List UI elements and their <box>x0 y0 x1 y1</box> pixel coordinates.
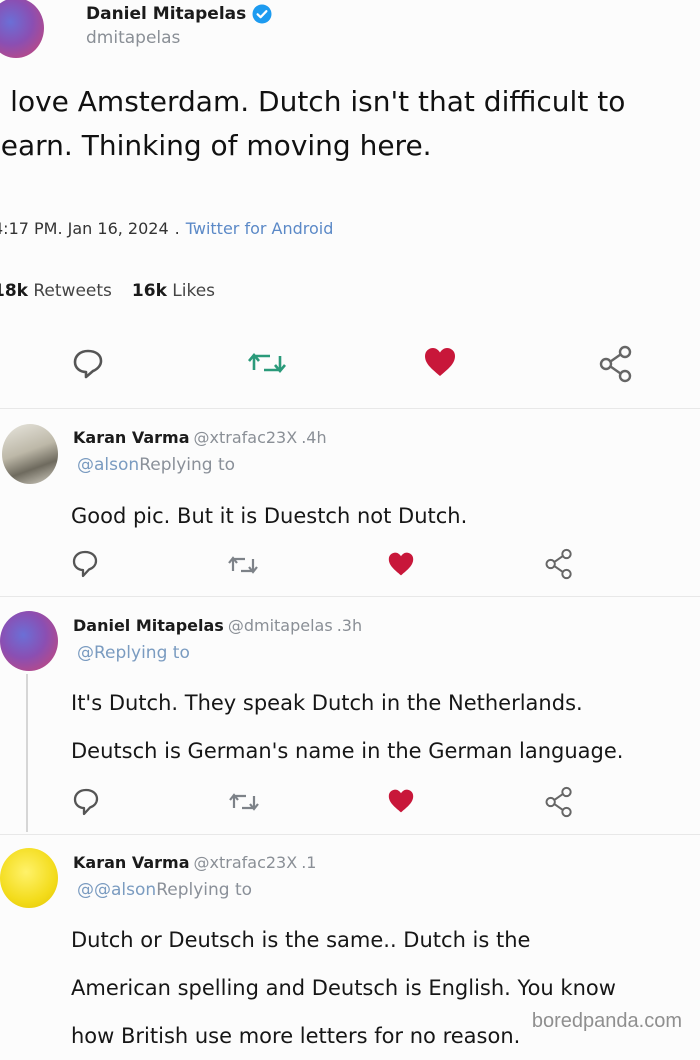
reply-3-author-name[interactable]: Karan Varma <box>73 853 190 872</box>
reply-1-time: .4h <box>301 428 327 447</box>
reply-2-text-line-1: It's Dutch. They speak Dutch in the Neth… <box>71 691 583 715</box>
reply-2-share-icon[interactable] <box>544 786 574 818</box>
watermark: boredpanda.com <box>527 1010 686 1033</box>
reply-1-like-heart-icon[interactable] <box>387 551 415 577</box>
author-avatar[interactable] <box>0 0 44 58</box>
verified-badge-icon <box>252 4 272 24</box>
reply-1-replying-label: Replying to <box>139 455 236 475</box>
reply-1-handle[interactable]: @xtrafac23X <box>194 428 298 447</box>
tweet-author-row: Daniel Mitapelas <box>86 1 272 27</box>
divider <box>0 834 700 835</box>
reply-3-handle[interactable]: @xtrafac23X <box>194 853 298 872</box>
tweet-author-name[interactable]: Daniel Mitapelas <box>86 4 246 24</box>
retweet-icon[interactable] <box>248 348 286 378</box>
reply-2-like-heart-icon[interactable] <box>387 788 415 814</box>
tweet-source-link[interactable]: Twitter for Android <box>186 219 334 238</box>
tweet-text-line-2: learn. Thinking of moving here. <box>0 129 432 162</box>
reply-3-replying-label: Replying to <box>156 880 253 900</box>
reply-3-avatar[interactable] <box>0 848 58 908</box>
tweet-stats-row: 18k Retweets 16k Likes <box>0 281 215 301</box>
divider <box>0 596 700 597</box>
retweets-count: 18k <box>0 281 28 301</box>
reply-3-time: .1 <box>301 853 317 872</box>
reply-2-replying-handle[interactable]: @ <box>77 643 94 663</box>
reply-2-time: .3h <box>336 616 363 635</box>
reply-1-retweet-icon[interactable] <box>228 553 258 577</box>
reply-2-retweet-icon[interactable] <box>229 790 259 814</box>
likes-label: Likes <box>172 281 216 301</box>
reply-2-reply-icon[interactable] <box>72 787 100 817</box>
reply-2-header: Daniel Mitapelas @dmitapelas .3h <box>73 616 362 635</box>
reply-2-replying-to: @Replying to <box>77 643 190 663</box>
reply-3-replying-to: @@alsonReplying to <box>77 880 252 900</box>
retweets-stat[interactable]: 18k Retweets <box>0 281 112 301</box>
divider <box>0 408 700 409</box>
tweet-timestamp[interactable]: 4:17 PM. Jan 16, 2024 <box>0 219 169 238</box>
reply-3-header: Karan Varma @xtrafac23X .1 <box>73 853 316 872</box>
likes-stat[interactable]: 16k Likes <box>132 281 215 301</box>
reply-3-text-line-1: Dutch or Deutsch is the same.. Dutch is … <box>71 928 531 952</box>
reply-1-share-icon[interactable] <box>544 548 574 580</box>
thread-line <box>26 674 28 832</box>
reply-3-text-line-2: American spelling and Deutsch is English… <box>71 976 616 1000</box>
reply-1-text-line-1: Good pic. But it is Duestch not Dutch. <box>71 504 468 528</box>
reply-2-author-name[interactable]: Daniel Mitapelas <box>73 616 224 635</box>
reply-3-replying-handle[interactable]: @@alson <box>77 880 156 900</box>
tweet-text-line-1: I love Amsterdam. Dutch isn't that diffi… <box>0 85 626 118</box>
retweets-label: Retweets <box>33 281 112 301</box>
share-icon[interactable] <box>598 345 634 383</box>
reply-2-handle[interactable]: @dmitapelas <box>228 616 333 635</box>
reply-1-avatar[interactable] <box>2 424 58 484</box>
reply-1-author-name[interactable]: Karan Varma <box>73 428 190 447</box>
reply-2-text-line-2: Deutsch is German's name in the German l… <box>71 739 624 763</box>
reply-1-replying-to: @alsonReplying to <box>77 455 235 475</box>
tweet-author-handle[interactable]: dmitapelas <box>86 28 180 48</box>
reply-2-avatar[interactable] <box>0 611 58 671</box>
reply-1-header: Karan Varma @xtrafac23X .4h <box>73 428 327 447</box>
reply-2-replying-label: Replying to <box>94 643 190 663</box>
reply-3-text-line-3: how British use more letters for no reas… <box>71 1024 521 1048</box>
likes-count: 16k <box>131 281 167 301</box>
reply-icon[interactable] <box>71 346 105 380</box>
like-heart-icon[interactable] <box>423 346 457 378</box>
reply-1-reply-icon[interactable] <box>71 549 99 579</box>
reply-1-replying-handle[interactable]: @alson <box>77 455 139 475</box>
timestamp-separator: . <box>174 219 180 238</box>
tweet-timestamp-row: 4:17 PM. Jan 16, 2024 . Twitter for Andr… <box>0 219 333 238</box>
